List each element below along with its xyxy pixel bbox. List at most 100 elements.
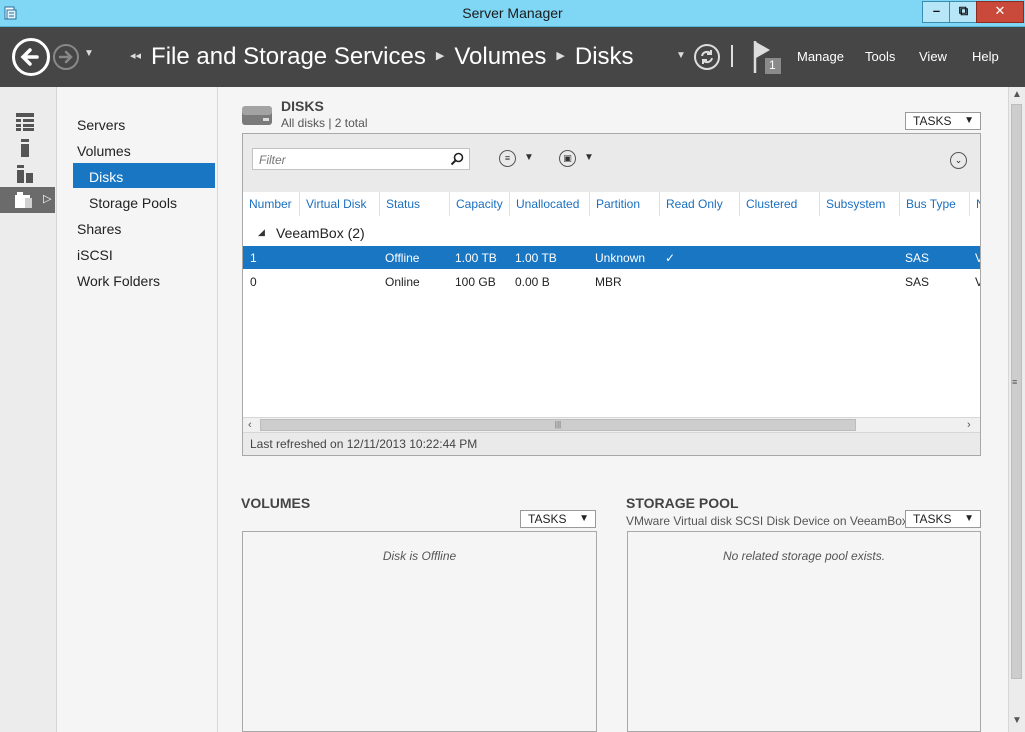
cell-read-only: ✓ (665, 251, 676, 265)
tasks-label: TASKS (528, 512, 567, 526)
history-dropdown-icon[interactable]: ▼ (84, 48, 94, 59)
cell-unallocated: 0.00 B (515, 275, 550, 289)
storage-pool-section-title: STORAGE POOL (626, 495, 739, 511)
volumes-tile: Disk is Offline (242, 531, 597, 732)
column-header-capacity[interactable]: Capacity (449, 192, 509, 216)
cell-unallocated: 1.00 TB (515, 251, 557, 265)
table-row[interactable]: 1 Offline 1.00 TB 1.00 TB Unknown ✓ SAS … (243, 246, 980, 269)
cell-partition: MBR (595, 275, 622, 289)
expand-arrow-icon[interactable]: ▷ (43, 192, 51, 205)
column-header-clustered[interactable]: Clustered (739, 192, 819, 216)
group-header-row[interactable]: ◢ VeeamBox (2) (243, 222, 980, 244)
restore-button[interactable]: ⧉ (949, 1, 978, 23)
notification-count: 1 (769, 58, 776, 72)
scroll-left-icon[interactable]: ‹ (248, 419, 252, 431)
all-servers-icon[interactable] (16, 165, 34, 183)
nav-item-disks[interactable]: Disks (89, 169, 123, 185)
list-view-options-icon[interactable]: ≡ (499, 150, 516, 167)
nav-item-volumes[interactable]: Volumes (77, 143, 131, 159)
storage-pool-empty-message: No related storage pool exists. (722, 549, 886, 563)
nav-item-work-folders[interactable]: Work Folders (77, 273, 160, 289)
search-icon[interactable] (450, 152, 464, 166)
disks-toolbar: ≡ ▼ ▣ ▼ ⌄ (243, 134, 980, 192)
minimize-button[interactable]: – (922, 1, 951, 23)
breadcrumb-item[interactable]: Disks (575, 43, 634, 70)
close-button[interactable]: ✕ (976, 1, 1024, 23)
expand-toolbar-icon[interactable]: ⌄ (950, 152, 967, 169)
cell-partition: Unknown (595, 251, 646, 265)
last-refreshed-text: Last refreshed on 12/11/2013 10:22:44 PM (243, 433, 980, 455)
navigation-panel: Servers Volumes Disks Storage Pools Shar… (57, 87, 218, 732)
breadcrumb-item[interactable]: File and Storage Services (151, 43, 426, 70)
back-arrow-icon (20, 48, 39, 66)
help-menu[interactable]: Help (972, 49, 999, 64)
column-header-partition[interactable]: Partition (589, 192, 659, 216)
dashboard-icon[interactable] (16, 113, 34, 131)
local-server-icon[interactable] (16, 139, 34, 157)
cell-name: V (975, 251, 980, 265)
scroll-thumb[interactable] (1011, 104, 1022, 679)
view-menu[interactable]: View (919, 49, 947, 64)
column-header-unallocated[interactable]: Unallocated (509, 192, 589, 216)
breadcrumb-item[interactable]: Volumes (454, 43, 546, 70)
scroll-grip-icon: ≡ (1012, 377, 1018, 387)
tasks-label: TASKS (913, 114, 952, 128)
refresh-dropdown-icon[interactable]: ▼ (676, 50, 686, 61)
volumes-tasks-button[interactable]: TASKS ▼ (520, 510, 596, 528)
table-row[interactable]: 0 Online 100 GB 0.00 B MBR SAS V (243, 270, 980, 293)
cell-capacity: 1.00 TB (455, 251, 497, 265)
breadcrumb-separator-icon: ▶ (435, 50, 445, 62)
collapse-triangle-icon[interactable]: ◢ (258, 227, 265, 238)
tools-menu[interactable]: Tools (865, 49, 895, 64)
filter-input[interactable] (257, 150, 441, 170)
manage-menu[interactable]: Manage (797, 49, 844, 64)
disks-tile: ≡ ▼ ▣ ▼ ⌄ Number Virtual Disk Status Cap… (242, 133, 981, 456)
filter-box[interactable] (252, 148, 470, 170)
forward-arrow-icon (58, 50, 73, 64)
scroll-thumb[interactable]: ||| (260, 419, 856, 431)
breadcrumb-separator-icon: ▶ (556, 50, 565, 62)
cell-status: Online (385, 275, 420, 289)
column-header-number[interactable]: Number (243, 192, 299, 216)
nav-item-storage-pools[interactable]: Storage Pools (89, 195, 177, 211)
column-header-subsystem[interactable]: Subsystem (819, 192, 899, 216)
navigation-icon-strip: ▷ (0, 87, 57, 732)
dropdown-arrow-icon: ▼ (579, 513, 589, 524)
header-divider (731, 45, 733, 67)
nav-item-iscsi[interactable]: iSCSI (77, 247, 113, 263)
dropdown-arrow-icon[interactable]: ▼ (584, 152, 594, 163)
column-header-read-only[interactable]: Read Only (659, 192, 739, 216)
vertical-scrollbar[interactable]: ▲ ≡ ▼ (1008, 87, 1025, 732)
dropdown-arrow-icon: ▼ (964, 115, 974, 126)
breadcrumb-back-icon[interactable]: ◂◂ (130, 50, 141, 62)
dropdown-arrow-icon[interactable]: ▼ (524, 152, 534, 163)
header-bar: ▼ ◂◂ File and Storage Services ▶ Volumes ▶ Di… (0, 27, 1025, 87)
scroll-up-icon[interactable]: ▲ (1012, 89, 1022, 100)
notifications-flag-icon[interactable]: 1 (752, 39, 784, 75)
save-query-icon[interactable]: ▣ (559, 150, 576, 167)
cell-status: Offline (385, 251, 420, 265)
refresh-icon (701, 50, 713, 64)
forward-button[interactable] (53, 44, 79, 70)
column-header-virtual-disk[interactable]: Virtual Disk (299, 192, 379, 216)
disks-section-subtitle: All disks | 2 total (281, 116, 368, 130)
column-header-name[interactable]: N (969, 192, 980, 216)
nav-item-shares[interactable]: Shares (77, 221, 121, 237)
storage-pool-tasks-button[interactable]: TASKS ▼ (905, 510, 981, 528)
file-and-storage-services-nav[interactable]: ▷ (0, 187, 55, 213)
cell-number: 0 (250, 275, 257, 289)
scroll-down-icon[interactable]: ▼ (1012, 715, 1022, 726)
disk-drive-icon (242, 106, 272, 125)
tasks-label: TASKS (913, 512, 952, 526)
refresh-button[interactable] (694, 44, 720, 70)
volumes-section-title: VOLUMES (241, 495, 311, 511)
nav-item-servers[interactable]: Servers (77, 117, 125, 133)
storage-pool-subtitle: VMware Virtual disk SCSI Disk Device on … (626, 514, 908, 528)
column-header-bus-type[interactable]: Bus Type (899, 192, 969, 216)
back-button[interactable] (12, 38, 50, 76)
column-header-status[interactable]: Status (379, 192, 449, 216)
title-bar: Server Manager – ⧉ ✕ (0, 0, 1025, 27)
horizontal-scrollbar[interactable]: ‹ ||| › (243, 417, 980, 433)
scroll-right-icon[interactable]: › (967, 419, 971, 431)
disks-tasks-button[interactable]: TASKS ▼ (905, 112, 981, 130)
